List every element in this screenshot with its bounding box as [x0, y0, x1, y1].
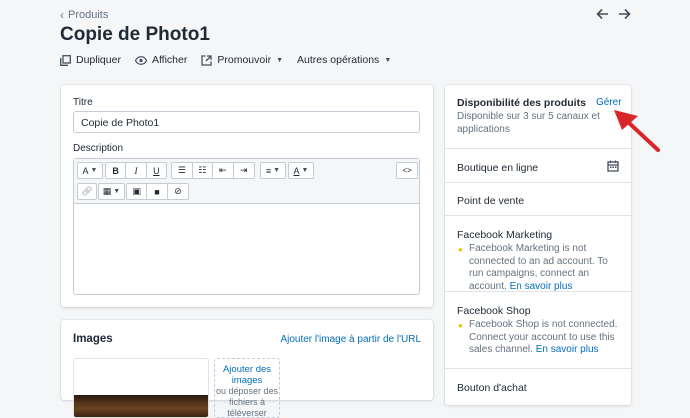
- text-color-button[interactable]: A ▼: [288, 162, 314, 179]
- html-source-button[interactable]: <>: [396, 162, 418, 179]
- channel-point-of-sale: Point de vente: [445, 182, 631, 216]
- images-card: Images Ajouter l'image à partir de l'URL…: [61, 320, 433, 418]
- learn-more-link[interactable]: En savoir plus: [536, 344, 599, 355]
- eye-icon: [134, 55, 147, 65]
- add-image-from-url-link[interactable]: Ajouter l'image à partir de l'URL: [280, 334, 421, 345]
- list-group: ☰ ☷ ⇤ ⇥: [171, 162, 255, 179]
- next-product-arrow-icon[interactable]: [618, 7, 631, 24]
- caret-down-icon: ▼: [90, 167, 98, 174]
- video-icon[interactable]: ■: [147, 184, 168, 199]
- duplicate-button[interactable]: Dupliquer: [60, 54, 121, 66]
- channel-online-store: Boutique en ligne: [445, 148, 631, 183]
- caret-down-icon: ▼: [273, 167, 281, 174]
- product-image-thumbnail[interactable]: [73, 358, 209, 418]
- view-label: Afficher: [151, 54, 188, 66]
- bold-icon[interactable]: B: [106, 163, 127, 178]
- italic-icon[interactable]: I: [126, 163, 147, 178]
- numbered-list-icon[interactable]: ☷: [193, 163, 213, 178]
- editor-toolbar: A ▼ B I U ☰ ☷ ⇤ ⇥ ≡ ▼ A ▼ <> 🔗︎ ▦ ▼ ▣ ■ …: [74, 159, 419, 204]
- promote-label: Promouvoir: [217, 54, 272, 66]
- code-icon: <>: [402, 166, 412, 175]
- chevron-left-icon: ‹: [60, 8, 64, 22]
- caret-down-icon: ▼: [276, 56, 283, 64]
- channel-buy-button: Bouton d'achat: [445, 368, 631, 406]
- duplicate-icon: [60, 54, 71, 66]
- title-input[interactable]: Copie de Photo1: [73, 111, 420, 133]
- underline-icon[interactable]: U: [147, 163, 166, 178]
- align-left-icon: ≡: [265, 165, 272, 176]
- description-editor: A ▼ B I U ☰ ☷ ⇤ ⇥ ≡ ▼ A ▼ <> 🔗︎ ▦ ▼ ▣ ■ …: [73, 158, 420, 295]
- product-availability-card: Disponibilité des produits Gérer Disponi…: [445, 85, 631, 405]
- learn-more-link[interactable]: En savoir plus: [510, 281, 573, 292]
- calendar-icon[interactable]: [607, 160, 619, 172]
- more-actions-label: Autres opérations: [297, 54, 380, 66]
- text-style-group: B I U: [105, 162, 167, 179]
- product-details-card: Titre Copie de Photo1 Description A ▼ B I…: [61, 85, 433, 307]
- caret-down-icon: ▼: [301, 167, 309, 174]
- description-label: Description: [73, 143, 124, 154]
- channel-warning: Facebook Marketing is not connected to a…: [469, 243, 625, 293]
- channel-name: Boutique en ligne: [457, 162, 539, 174]
- promote-dropdown[interactable]: Promouvoir ▼: [201, 54, 283, 66]
- link-icon: 🔗︎: [81, 186, 93, 196]
- font-format-button[interactable]: A ▼: [77, 162, 103, 179]
- availability-heading: Disponibilité des produits: [457, 97, 586, 109]
- caret-down-icon: ▼: [384, 56, 392, 64]
- availability-subtitle: Disponible sur 3 sur 5 canaux et applica…: [457, 111, 600, 135]
- breadcrumb[interactable]: ‹ Produits: [60, 8, 108, 22]
- duplicate-label: Dupliquer: [76, 54, 121, 66]
- action-bar: Dupliquer Afficher Promouvoir ▼ Autres o…: [60, 54, 391, 66]
- title-label: Titre: [73, 97, 93, 108]
- bulleted-list-icon[interactable]: ☰: [172, 163, 193, 178]
- outdent-icon[interactable]: ⇤: [213, 163, 234, 178]
- page-title: Copie de Photo1: [60, 24, 210, 45]
- warning-dot-icon: ●: [458, 321, 463, 330]
- channel-facebook-marketing: Facebook Marketing ● Facebook Marketing …: [445, 215, 631, 292]
- channel-name: Facebook Shop: [457, 305, 531, 317]
- more-actions-dropdown[interactable]: Autres opérations ▼: [297, 54, 391, 66]
- breadcrumb-link[interactable]: Produits: [68, 9, 108, 21]
- table-icon: ▦: [102, 186, 112, 196]
- channel-facebook-shop: Facebook Shop ● Facebook Shop is not con…: [445, 291, 631, 369]
- font-a-icon: A: [82, 165, 89, 176]
- caret-down-icon: ▼: [113, 188, 121, 195]
- add-images-link[interactable]: Ajouter des images: [215, 364, 279, 386]
- images-heading: Images: [73, 333, 113, 345]
- channel-name: Point de vente: [457, 195, 525, 207]
- image-dropzone[interactable]: Ajouter des images ou déposer des fichie…: [214, 358, 280, 418]
- image-icon[interactable]: ▣: [127, 184, 148, 199]
- view-button[interactable]: Afficher: [134, 54, 188, 66]
- insert-link-button[interactable]: 🔗︎: [77, 183, 97, 200]
- previous-product-arrow-icon[interactable]: [596, 7, 609, 24]
- insert-media-group: ▣ ■ ⊘: [126, 183, 189, 200]
- channel-name: Facebook Marketing: [457, 229, 553, 241]
- channel-name: Bouton d'achat: [457, 382, 527, 394]
- drop-files-hint: ou déposer des fichiers à téléverser: [215, 386, 279, 418]
- insert-table-button[interactable]: ▦ ▼: [98, 183, 125, 200]
- channel-warning: Facebook Shop is not connected. Connect …: [469, 319, 625, 357]
- annotation-arrow-icon: [614, 110, 660, 152]
- indent-icon[interactable]: ⇥: [234, 163, 254, 178]
- external-link-icon: [201, 54, 213, 66]
- clear-formatting-icon[interactable]: ⊘: [168, 184, 188, 199]
- warning-dot-icon: ●: [458, 245, 463, 254]
- align-button[interactable]: ≡ ▼: [260, 162, 286, 179]
- text-color-icon: A: [293, 165, 300, 176]
